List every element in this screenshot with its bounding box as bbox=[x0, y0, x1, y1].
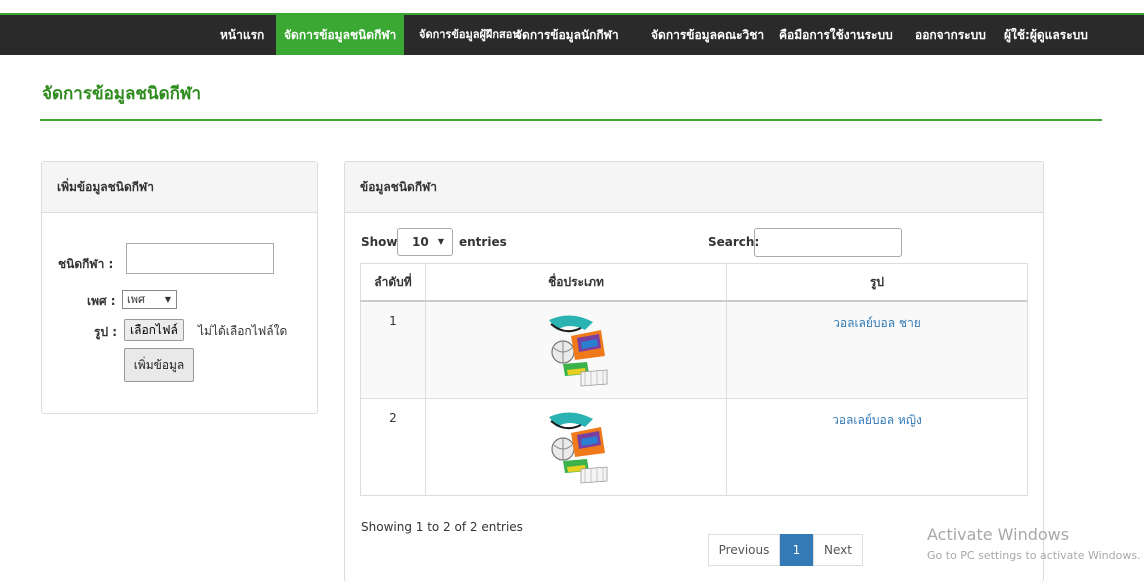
nav-current-user[interactable]: ผู้ใช้:ผู้ดูแลระบบ bbox=[996, 15, 1096, 55]
page-length-value: 10 bbox=[412, 235, 429, 249]
gender-select-value: เพศ bbox=[127, 293, 145, 306]
nav-logout[interactable]: ออกจากระบบ bbox=[907, 15, 994, 55]
row-image-cell bbox=[425, 300, 727, 399]
page-length-select[interactable]: 10 ▼ bbox=[397, 228, 453, 256]
table-row: 2 วอลเลย์บอล หญิง bbox=[360, 398, 1028, 496]
search-label: Search: bbox=[708, 235, 760, 249]
add-data-button[interactable]: เพิ่มข้อมูล bbox=[124, 348, 194, 382]
nav-manage-faculties[interactable]: จัดการข้อมูลคณะวิชา bbox=[643, 15, 772, 55]
nav-user-manual[interactable]: คือมือการใช้งานระบบ bbox=[771, 15, 901, 55]
nav-home[interactable]: หน้าแรก bbox=[212, 15, 272, 55]
column-header-name[interactable]: ชื่อประเภท bbox=[425, 263, 727, 302]
entries-label: entries bbox=[459, 235, 507, 249]
show-label: Show bbox=[361, 235, 398, 249]
title-divider bbox=[40, 119, 1102, 121]
table-info: Showing 1 to 2 of 2 entries bbox=[361, 520, 523, 534]
row-number: 1 bbox=[360, 300, 426, 399]
add-sport-heading: เพิ่มข้อมูลชนิดกีฬา bbox=[42, 162, 317, 213]
table-row: 1 วอลเลย์บอล ชาย bbox=[360, 300, 1028, 399]
volleyball-image bbox=[549, 412, 608, 484]
previous-page-button[interactable]: Previous bbox=[708, 534, 780, 566]
gender-label: เพศ : bbox=[87, 294, 116, 308]
row-number: 2 bbox=[360, 398, 426, 496]
sport-type-input[interactable] bbox=[126, 243, 274, 274]
chevron-down-icon: ▼ bbox=[164, 295, 171, 304]
activation-watermark-subtitle: Go to PC settings to activate Windows. bbox=[927, 549, 1141, 562]
chevron-down-icon: ▼ bbox=[437, 237, 444, 246]
sport-list-panel: ข้อมูลชนิดกีฬา Show 10 ▼ entries Search:… bbox=[344, 161, 1044, 582]
search-input[interactable] bbox=[754, 228, 902, 257]
column-header-order[interactable]: ลำดับที่ bbox=[360, 263, 426, 302]
nav-manage-sports[interactable]: จัดการข้อมูลชนิดกีฬา bbox=[276, 15, 405, 55]
volleyball-image bbox=[549, 315, 608, 387]
column-header-image[interactable]: รูป bbox=[726, 263, 1028, 302]
page-title: จัดการข้อมูลชนิดกีฬา bbox=[42, 84, 202, 104]
file-status-text: ไม่ได้เลือกไฟล์ใด bbox=[198, 324, 288, 338]
choose-file-button[interactable]: เลือกไฟล์ bbox=[124, 319, 184, 341]
sport-type-label: ชนิดกีฬา : bbox=[58, 257, 114, 271]
gender-select[interactable]: เพศ ▼ bbox=[122, 290, 177, 309]
sport-list-heading: ข้อมูลชนิดกีฬา bbox=[345, 162, 1043, 213]
nav-manage-athletes[interactable]: จัดการข้อมูลนักกีฬา bbox=[507, 15, 627, 55]
row-name-link[interactable]: วอลเลย์บอล หญิง bbox=[726, 398, 1028, 496]
row-image-cell bbox=[425, 398, 727, 496]
image-label: รูป : bbox=[94, 325, 118, 339]
top-navbar: หน้าแรก จัดการข้อมูลชนิดกีฬา จัดการข้อมู… bbox=[0, 13, 1144, 55]
row-name-link[interactable]: วอลเลย์บอล ชาย bbox=[726, 300, 1028, 399]
activation-watermark-title: Activate Windows bbox=[927, 525, 1070, 544]
sport-table: ลำดับที่ ชื่อประเภท รูป 1 วอลเลย์บอล ชาย… bbox=[360, 263, 1028, 496]
next-page-button[interactable]: Next bbox=[813, 534, 863, 566]
add-sport-panel: เพิ่มข้อมูลชนิดกีฬา ชนิดกีฬา : เพศ : เพศ… bbox=[41, 161, 318, 414]
table-header-row: ลำดับที่ ชื่อประเภท รูป bbox=[360, 263, 1028, 302]
page-1-button[interactable]: 1 bbox=[780, 534, 813, 566]
